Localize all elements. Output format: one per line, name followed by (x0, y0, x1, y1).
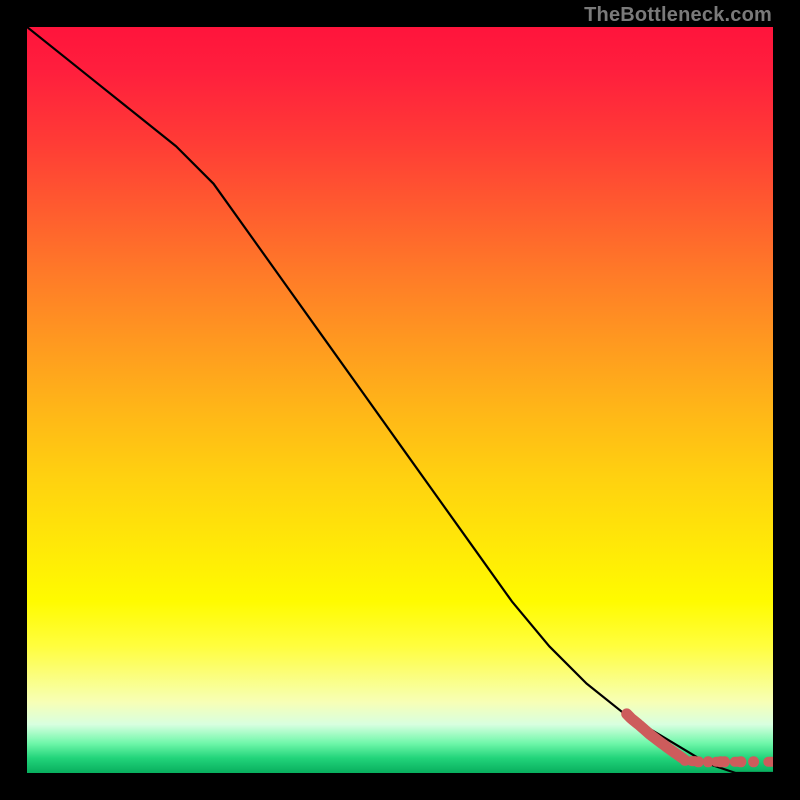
markers-slope (627, 714, 683, 758)
chart-overlay (27, 27, 773, 773)
watermark-text: TheBottleneck.com (584, 4, 772, 27)
chart-frame: TheBottleneck.com (0, 0, 800, 800)
markers-flat (680, 755, 774, 768)
plot-area (27, 27, 773, 773)
curve-line (27, 27, 773, 773)
